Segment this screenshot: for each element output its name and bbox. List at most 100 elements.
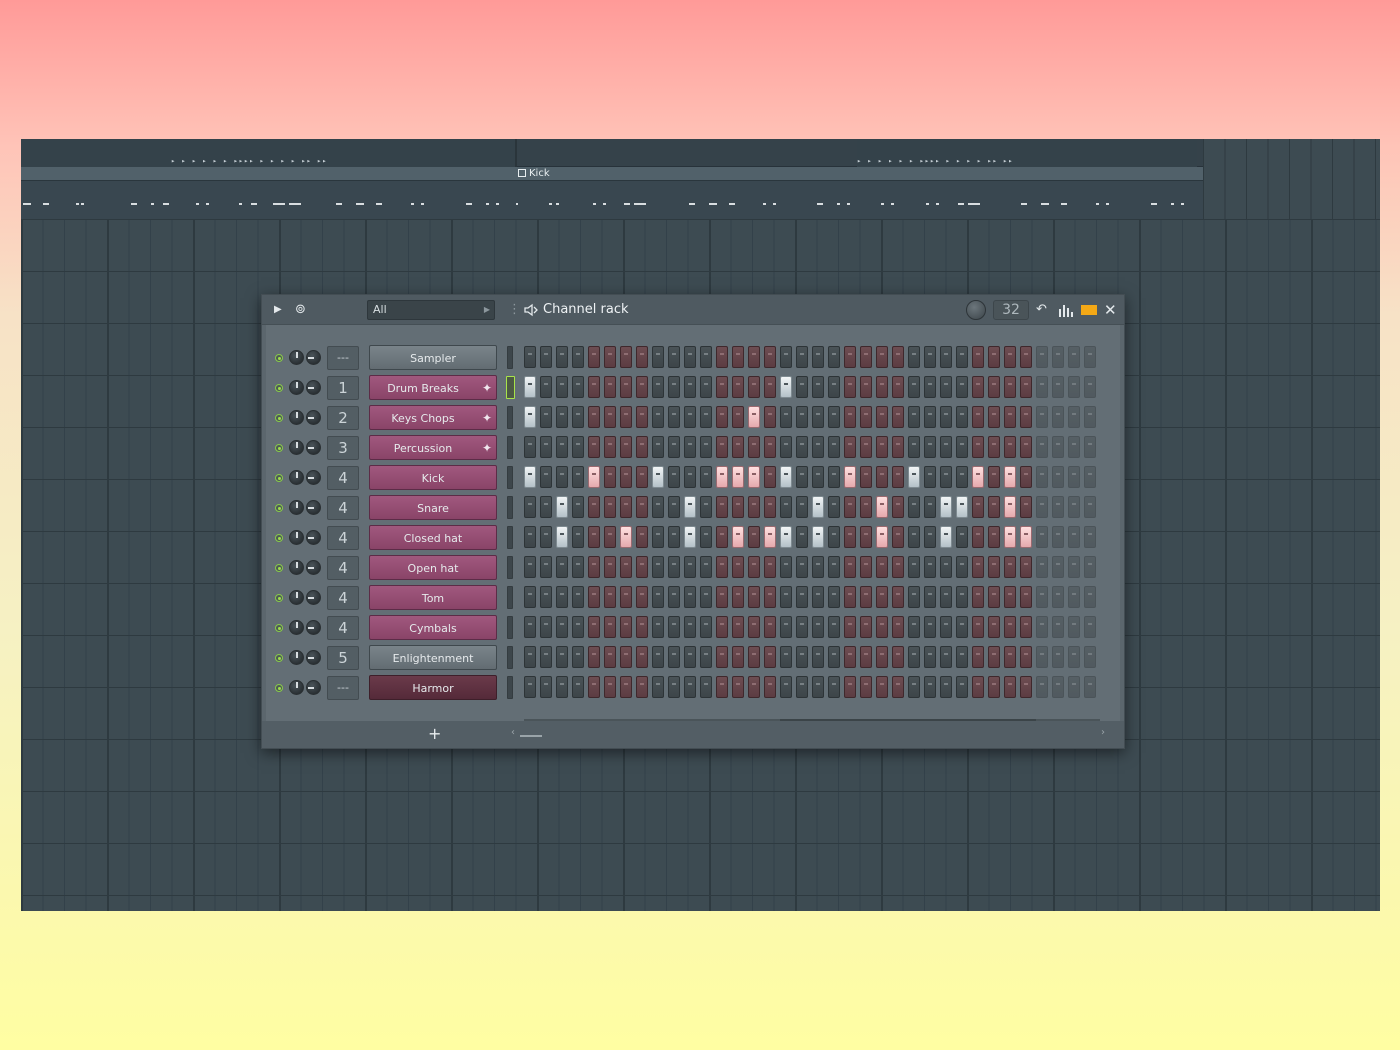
step-button[interactable] bbox=[524, 376, 536, 398]
step-button[interactable] bbox=[668, 436, 680, 458]
step-button[interactable] bbox=[828, 616, 840, 638]
channel-volume-knob[interactable] bbox=[289, 590, 304, 605]
channel-rack-titlebar[interactable]: ▶ ⊚ All ▶ ⋮ Channel rack 32 ↶ ✕ bbox=[262, 295, 1124, 325]
step-button[interactable] bbox=[764, 676, 776, 698]
step-button[interactable] bbox=[716, 406, 728, 428]
step-button[interactable] bbox=[1084, 616, 1096, 638]
channel-volume-knob[interactable] bbox=[289, 380, 304, 395]
step-button[interactable] bbox=[876, 496, 888, 518]
mixer-track-selector[interactable]: 2 bbox=[327, 406, 359, 430]
step-button[interactable] bbox=[924, 496, 936, 518]
step-button[interactable] bbox=[1084, 556, 1096, 578]
step-button[interactable] bbox=[988, 556, 1000, 578]
step-button[interactable] bbox=[524, 346, 536, 368]
step-button[interactable] bbox=[604, 466, 616, 488]
step-button[interactable] bbox=[572, 436, 584, 458]
step-button[interactable] bbox=[796, 526, 808, 548]
step-button[interactable] bbox=[956, 436, 968, 458]
step-button[interactable] bbox=[524, 526, 536, 548]
step-button[interactable] bbox=[988, 346, 1000, 368]
step-button[interactable] bbox=[620, 346, 632, 368]
step-button[interactable] bbox=[1004, 646, 1016, 668]
step-button[interactable] bbox=[812, 376, 824, 398]
step-button[interactable] bbox=[652, 466, 664, 488]
step-button[interactable] bbox=[1084, 676, 1096, 698]
step-button[interactable] bbox=[1068, 466, 1080, 488]
channel-select-indicator[interactable] bbox=[507, 526, 513, 549]
step-button[interactable] bbox=[924, 646, 936, 668]
step-button[interactable] bbox=[972, 346, 984, 368]
step-button[interactable] bbox=[908, 526, 920, 548]
channel-pan-knob[interactable] bbox=[306, 440, 321, 455]
step-button[interactable] bbox=[748, 586, 760, 608]
step-button[interactable] bbox=[684, 346, 696, 368]
step-button[interactable] bbox=[540, 496, 552, 518]
step-button[interactable] bbox=[812, 586, 824, 608]
step-button[interactable] bbox=[860, 526, 872, 548]
step-button[interactable] bbox=[1052, 376, 1064, 398]
step-button[interactable] bbox=[1004, 406, 1016, 428]
step-button[interactable] bbox=[1004, 466, 1016, 488]
channel-select-indicator[interactable] bbox=[507, 646, 513, 669]
step-button[interactable] bbox=[892, 496, 904, 518]
step-button[interactable] bbox=[956, 406, 968, 428]
step-button[interactable] bbox=[524, 586, 536, 608]
step-button[interactable] bbox=[892, 586, 904, 608]
step-button[interactable] bbox=[1020, 586, 1032, 608]
step-button[interactable] bbox=[1020, 466, 1032, 488]
step-button[interactable] bbox=[892, 616, 904, 638]
step-button[interactable] bbox=[684, 436, 696, 458]
step-button[interactable] bbox=[620, 496, 632, 518]
step-button[interactable] bbox=[796, 556, 808, 578]
step-button[interactable] bbox=[908, 676, 920, 698]
step-button[interactable] bbox=[780, 346, 792, 368]
step-button[interactable] bbox=[924, 586, 936, 608]
step-button[interactable] bbox=[572, 586, 584, 608]
step-button[interactable] bbox=[1084, 466, 1096, 488]
step-button[interactable] bbox=[1068, 526, 1080, 548]
channel-mute-led[interactable] bbox=[275, 594, 283, 602]
step-button[interactable] bbox=[860, 556, 872, 578]
step-button[interactable] bbox=[796, 346, 808, 368]
channel-pan-knob[interactable] bbox=[306, 350, 321, 365]
close-icon[interactable]: ✕ bbox=[1104, 295, 1117, 325]
graph-editor-icon[interactable] bbox=[1058, 303, 1074, 317]
step-button[interactable] bbox=[604, 346, 616, 368]
mixer-track-selector[interactable]: 4 bbox=[327, 466, 359, 490]
step-button[interactable] bbox=[1036, 346, 1048, 368]
step-button[interactable] bbox=[956, 646, 968, 668]
channel-mute-led[interactable] bbox=[275, 564, 283, 572]
channel-volume-knob[interactable] bbox=[289, 560, 304, 575]
step-button[interactable] bbox=[956, 586, 968, 608]
step-button[interactable] bbox=[988, 646, 1000, 668]
add-channel-button[interactable]: + bbox=[428, 723, 441, 745]
step-button[interactable] bbox=[1004, 346, 1016, 368]
step-button[interactable] bbox=[620, 586, 632, 608]
channel-button[interactable]: Enlightenment bbox=[369, 645, 497, 670]
step-button[interactable] bbox=[956, 526, 968, 548]
step-button[interactable] bbox=[1052, 586, 1064, 608]
channel-pan-knob[interactable] bbox=[306, 650, 321, 665]
channel-button[interactable]: Tom bbox=[369, 585, 497, 610]
step-button[interactable] bbox=[604, 526, 616, 548]
step-button[interactable] bbox=[668, 466, 680, 488]
chevron-right-icon[interactable]: › bbox=[1101, 727, 1105, 738]
step-button[interactable] bbox=[572, 676, 584, 698]
step-button[interactable] bbox=[972, 466, 984, 488]
step-button[interactable] bbox=[636, 496, 648, 518]
step-button[interactable] bbox=[1036, 556, 1048, 578]
step-button[interactable] bbox=[524, 646, 536, 668]
channel-mute-led[interactable] bbox=[275, 624, 283, 632]
step-button[interactable] bbox=[1084, 646, 1096, 668]
step-button[interactable] bbox=[780, 526, 792, 548]
step-button[interactable] bbox=[684, 616, 696, 638]
channel-select-indicator[interactable] bbox=[507, 616, 513, 639]
step-button[interactable] bbox=[588, 526, 600, 548]
step-button[interactable] bbox=[636, 676, 648, 698]
step-button[interactable] bbox=[620, 466, 632, 488]
step-button[interactable] bbox=[1068, 346, 1080, 368]
channel-volume-knob[interactable] bbox=[289, 350, 304, 365]
channel-select-indicator[interactable] bbox=[507, 676, 513, 699]
step-button[interactable] bbox=[1052, 346, 1064, 368]
step-button[interactable] bbox=[908, 346, 920, 368]
